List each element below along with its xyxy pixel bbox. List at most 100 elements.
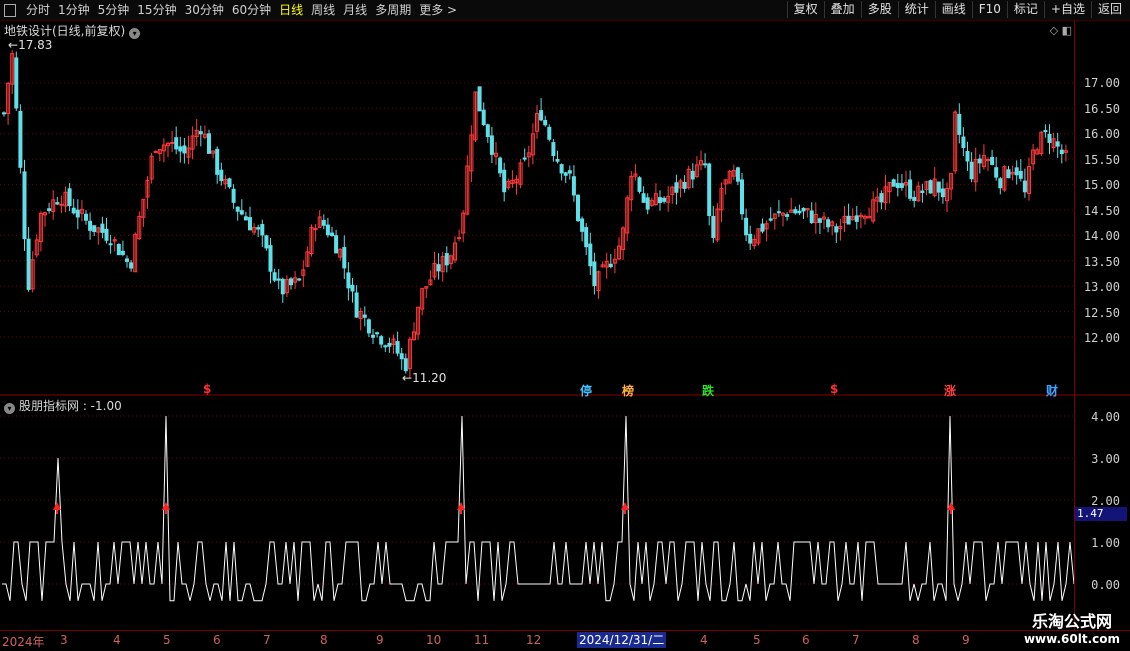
candle-body [690,170,695,180]
candle-body [325,224,330,236]
candle-body [375,332,380,335]
candle-body [559,164,564,174]
candle-body [178,146,183,152]
candle-body [120,250,125,255]
candle-body [88,220,93,231]
signal-marker[interactable]: 跌 [702,382,714,399]
candle-body [59,203,64,206]
candle-body [239,210,244,215]
signal-marker[interactable]: 停 [580,382,592,399]
candle-body [965,151,970,162]
candle-body [551,142,556,156]
candle-body [785,214,790,217]
candle-body [125,258,129,262]
candle-body [330,232,334,237]
candle-body [334,235,339,254]
candle-body [854,215,859,222]
candle-body [350,284,355,292]
candle-body [735,167,740,182]
candle-body [272,272,277,281]
indicator-title: 股朋指标网 : -1.00 [19,399,122,413]
candle-body [555,159,560,162]
candle-body [576,194,580,222]
candle-body [1014,167,1019,176]
candle-body [801,207,806,212]
candle-body [108,243,113,246]
candle-body [1055,141,1060,147]
signal-marker[interactable]: $ [830,382,838,396]
candle-body [990,156,995,165]
candle-body [116,243,121,256]
price-tick: 14.50 [1083,204,1120,218]
candle-body [2,112,6,115]
candle-body [768,218,773,221]
candle-body [498,157,503,174]
candle-body [817,218,822,223]
candle-body [444,253,449,266]
candle-body [55,202,60,205]
candle-body [387,342,392,347]
candle-body [436,264,441,272]
signal-marker[interactable]: 涨 [944,382,956,399]
signal-marker[interactable]: 榜 [622,382,634,399]
candle-body [658,197,662,204]
candle-body [260,224,265,236]
candle-body [26,238,31,290]
candle-body [969,161,974,180]
candle-body [92,225,97,233]
candle-body [395,341,400,354]
indicator-tick: 4.00 [1091,410,1120,424]
candle-body [129,262,134,269]
candle-body [215,148,220,175]
candle-body [588,243,593,267]
price-tick: 17.00 [1083,76,1120,90]
candle-body [235,206,240,212]
candle-body [567,170,572,174]
date-label: 6 [213,633,221,647]
candle-body [563,172,568,176]
candle-body [826,219,831,228]
date-label: 12 [526,633,542,647]
candle-body [908,179,913,199]
watermark-url: www.60lt.com [1023,632,1120,646]
signal-marker[interactable]: $ [203,382,211,396]
candle-body [268,245,273,272]
candle-body [674,182,679,193]
price-tick: 12.00 [1083,331,1120,345]
candle-body [608,263,613,268]
candle-body [928,180,933,194]
signal-marker[interactable]: 财 [1046,382,1058,399]
candle-body [276,278,281,281]
candle-body [543,119,548,126]
watermark-title: 乐淘公式网 [1031,612,1112,631]
kline-chart[interactable] [0,0,1130,650]
candle-body [936,181,941,193]
indicator-panel-title: ▾ 股朋指标网 : -1.00 [4,397,122,414]
candle-body [809,210,814,224]
indicator-tick: 3.00 [1091,452,1120,466]
date-label: 4 [700,633,708,647]
date-label: 8 [320,633,328,647]
indicator-tick: 1.00 [1091,536,1120,550]
candle-body [342,247,347,269]
candle-body [994,167,999,178]
low-price-value: 11.20 [412,371,447,385]
candle-body [489,135,494,155]
candle-body [71,207,76,214]
candle-body [457,237,462,240]
candle-body [1018,170,1023,179]
candle-body [170,142,175,145]
candle-body [920,190,925,193]
date-axis: 2024年 3 4 5 6 7 8 9 10 11 12 4 5 6 7 8 9 2024/12/31/二 [0,630,1130,651]
candle-body [481,109,486,126]
candle-body [711,215,716,238]
date-label: 5 [163,633,171,647]
axis-separator [1074,20,1075,630]
chevron-down-icon[interactable]: ▾ [4,403,15,414]
candle-body [321,219,326,226]
candle-body [899,183,904,188]
date-label: 7 [852,633,860,647]
candle-body [502,169,507,193]
candle-body [895,182,900,189]
candle-body [998,178,1003,189]
